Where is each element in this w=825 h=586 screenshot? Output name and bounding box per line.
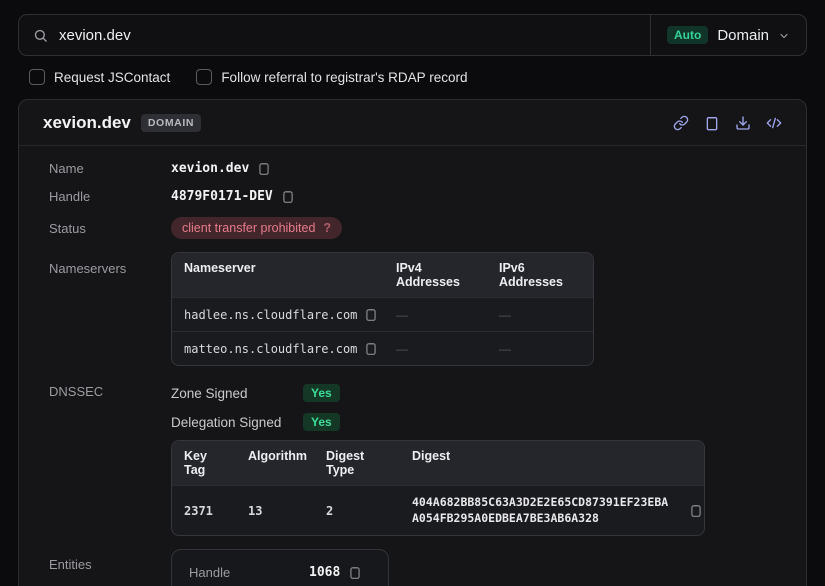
field-entities: Entities Handle 1068 Roles registrar xyxy=(49,549,782,586)
field-name: Name xevion.dev xyxy=(49,161,782,176)
follow-referral-label: Follow referral to registrar's RDAP reco… xyxy=(221,70,467,85)
card-header: xevion.dev DOMAIN xyxy=(19,100,806,146)
option-request-jscontact[interactable]: Request JSContact xyxy=(29,69,170,85)
algorithm-value: 13 xyxy=(236,495,314,527)
entity-handle-value: 1068 xyxy=(309,565,340,580)
col-ipv6: IPv6 Addresses xyxy=(487,253,593,297)
status-label: Status xyxy=(49,221,171,236)
jscontact-checkbox[interactable] xyxy=(29,69,45,85)
copy-icon[interactable] xyxy=(689,503,703,518)
page-title: xevion.dev xyxy=(43,113,131,133)
ipv4-value: — xyxy=(384,333,487,365)
auto-badge: Auto xyxy=(667,26,708,44)
digest-value: 404A682BB85C63A3D2E2E65CD87391EF23EBAA05… xyxy=(412,495,674,526)
status-help-icon[interactable]: ? xyxy=(323,221,331,235)
permalink-icon[interactable] xyxy=(673,115,689,131)
ipv6-value: — xyxy=(487,333,593,365)
delegation-signed-badge: Yes xyxy=(303,413,340,431)
copy-icon[interactable] xyxy=(257,161,271,176)
nameserver-value: matteo.ns.cloudflare.com xyxy=(184,342,357,356)
copy-icon[interactable] xyxy=(364,341,378,356)
ipv6-value: — xyxy=(487,299,593,331)
zone-signed-badge: Yes xyxy=(303,384,340,402)
query-type-value: Domain xyxy=(717,27,769,44)
col-nameserver: Nameserver xyxy=(172,253,384,297)
ds-table-header: Key Tag Algorithm Digest Type Digest xyxy=(172,441,704,485)
query-options: Request JSContact Follow referral to reg… xyxy=(18,56,807,99)
status-value: client transfer prohibited xyxy=(182,221,315,235)
col-algorithm: Algorithm xyxy=(236,441,314,485)
field-handle: Handle 4879F0171-DEV xyxy=(49,189,782,204)
nameservers-table-header: Nameserver IPv4 Addresses IPv6 Addresses xyxy=(172,253,593,297)
view-source-icon[interactable] xyxy=(766,115,782,131)
entity-card: Handle 1068 Roles registrar xyxy=(171,549,389,586)
download-icon[interactable] xyxy=(735,115,751,131)
col-digest-type: Digest Type xyxy=(314,441,400,485)
field-dnssec: DNSSEC Zone Signed Yes Delegation Signed… xyxy=(49,384,782,536)
col-key-tag: Key Tag xyxy=(172,441,236,485)
table-row: matteo.ns.cloudflare.com — — xyxy=(172,331,593,365)
nameservers-table: Nameserver IPv4 Addresses IPv6 Addresses… xyxy=(171,252,594,366)
zone-signed-row: Zone Signed Yes xyxy=(171,384,705,402)
entities-label: Entities xyxy=(49,549,171,572)
jscontact-label: Request JSContact xyxy=(54,70,170,85)
col-digest: Digest xyxy=(400,441,704,485)
object-type-badge: DOMAIN xyxy=(141,114,201,132)
name-value: xevion.dev xyxy=(171,161,249,176)
follow-referral-checkbox[interactable] xyxy=(196,69,212,85)
search-icon xyxy=(33,28,48,43)
col-ipv4: IPv4 Addresses xyxy=(384,253,487,297)
search-query-text[interactable]: xevion.dev xyxy=(59,27,131,44)
ds-records-table: Key Tag Algorithm Digest Type Digest 237… xyxy=(171,440,705,536)
option-follow-referral[interactable]: Follow referral to registrar's RDAP reco… xyxy=(196,69,467,85)
search-input[interactable]: xevion.dev xyxy=(19,15,650,55)
field-nameservers: Nameservers Nameserver IPv4 Addresses IP… xyxy=(49,252,782,366)
entity-handle-label: Handle xyxy=(189,565,309,580)
zone-signed-label: Zone Signed xyxy=(171,386,303,401)
copy-json-icon[interactable] xyxy=(704,115,720,131)
handle-value: 4879F0171-DEV xyxy=(171,189,273,204)
delegation-signed-label: Delegation Signed xyxy=(171,415,303,430)
digest-type-value: 2 xyxy=(314,495,400,527)
query-type-selector[interactable]: Auto Domain xyxy=(650,15,806,55)
card-actions xyxy=(673,115,782,131)
ipv4-value: — xyxy=(384,299,487,331)
field-status: Status client transfer prohibited ? xyxy=(49,217,782,239)
chevron-down-icon xyxy=(778,30,790,42)
nameservers-label: Nameservers xyxy=(49,252,171,276)
entity-handle-row: Handle 1068 xyxy=(189,565,371,580)
copy-icon[interactable] xyxy=(348,565,362,580)
table-row: 2371 13 2 404A682BB85C63A3D2E2E65CD87391… xyxy=(172,485,704,535)
delegation-signed-row: Delegation Signed Yes xyxy=(171,413,705,431)
domain-result-card: xevion.dev DOMAIN Name xyxy=(18,99,807,586)
key-tag-value: 2371 xyxy=(172,495,236,527)
copy-icon[interactable] xyxy=(281,189,295,204)
search-bar: xevion.dev Auto Domain xyxy=(18,14,807,56)
nameserver-value: hadlee.ns.cloudflare.com xyxy=(184,308,357,322)
name-label: Name xyxy=(49,161,171,176)
handle-label: Handle xyxy=(49,189,171,204)
copy-icon[interactable] xyxy=(364,307,378,322)
card-body: Name xevion.dev Handle 4879F0171-DEV Sta… xyxy=(19,146,806,586)
status-badge[interactable]: client transfer prohibited ? xyxy=(171,217,342,239)
dnssec-label: DNSSEC xyxy=(49,384,171,399)
table-row: hadlee.ns.cloudflare.com — — xyxy=(172,297,593,331)
